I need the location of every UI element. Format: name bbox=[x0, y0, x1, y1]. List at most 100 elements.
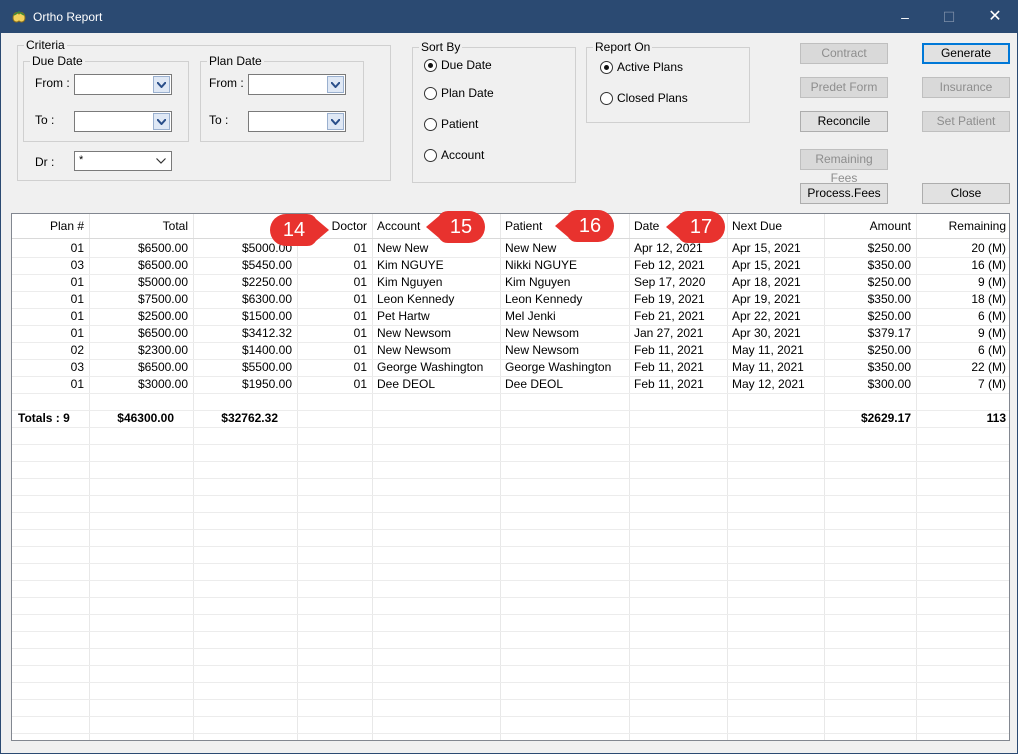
table-cell: $1400.00 bbox=[241, 343, 292, 357]
row-divider bbox=[12, 478, 1009, 479]
close-window-button[interactable]: ✕ bbox=[973, 1, 1017, 33]
callout-marker-16: 16 bbox=[553, 209, 615, 243]
due-from-label: From : bbox=[35, 76, 70, 90]
radio-button-icon[interactable] bbox=[600, 61, 613, 74]
table-cell: Apr 18, 2021 bbox=[732, 275, 801, 289]
table-cell: 01 bbox=[353, 360, 367, 374]
table-cell: Kim NGUYE bbox=[377, 258, 444, 272]
doctor-select[interactable]: * bbox=[74, 151, 172, 171]
totals-total: $46300.00 bbox=[117, 411, 174, 425]
table-cell: Kim Nguyen bbox=[505, 275, 571, 289]
row-divider bbox=[12, 699, 1009, 700]
table-cell: 01 bbox=[353, 309, 367, 323]
table-cell: $6500.00 bbox=[137, 326, 188, 340]
report-on-legend: Report On bbox=[595, 40, 651, 54]
row-divider bbox=[12, 682, 1009, 683]
due-to-label: To : bbox=[35, 113, 55, 127]
due-to-date-picker[interactable] bbox=[74, 111, 172, 132]
totals-remaining: 113 bbox=[986, 411, 1006, 425]
row-divider bbox=[12, 529, 1009, 530]
table-cell: $6500.00 bbox=[137, 360, 188, 374]
table-cell: 01 bbox=[70, 275, 84, 289]
maximize-button[interactable]: ☐ bbox=[927, 1, 971, 33]
chevron-down-icon[interactable] bbox=[153, 113, 170, 130]
doctor-select-value: * bbox=[79, 154, 84, 166]
table-cell: 01 bbox=[353, 275, 367, 289]
sort-by-legend: Sort By bbox=[421, 40, 461, 54]
table-cell: Jan 27, 2021 bbox=[634, 326, 704, 340]
table-cell: $6500.00 bbox=[137, 258, 188, 272]
insurance-button[interactable]: Insurance bbox=[922, 77, 1010, 98]
remaining-fees-button[interactable]: Remaining Fees bbox=[800, 149, 888, 185]
table-cell: Leon Kennedy bbox=[377, 292, 455, 306]
table-cell: Feb 21, 2021 bbox=[634, 309, 705, 323]
table-cell: Feb 12, 2021 bbox=[634, 258, 705, 272]
radio-button-icon[interactable] bbox=[600, 92, 613, 105]
generate-button[interactable]: Generate bbox=[922, 43, 1010, 64]
table-cell: $2250.00 bbox=[241, 275, 292, 289]
table-cell: George Washington bbox=[505, 360, 612, 374]
table-cell: 03 bbox=[70, 360, 84, 374]
radio-button-icon[interactable] bbox=[424, 87, 437, 100]
row-divider bbox=[12, 427, 1009, 428]
radio-button-icon[interactable] bbox=[424, 59, 437, 72]
table-cell: Mel Jenki bbox=[505, 309, 556, 323]
table-cell: $1500.00 bbox=[241, 309, 292, 323]
chevron-down-icon[interactable] bbox=[153, 153, 170, 170]
totals-label: Totals : 9 bbox=[18, 411, 70, 425]
plan-from-date-picker[interactable] bbox=[248, 74, 346, 95]
chevron-down-icon[interactable] bbox=[327, 113, 344, 130]
table-cell: 01 bbox=[353, 292, 367, 306]
title-bar[interactable]: Ortho Report – ☐ ✕ bbox=[1, 1, 1017, 33]
column-header-plan: Plan # bbox=[49, 219, 84, 233]
table-cell: Feb 11, 2021 bbox=[634, 360, 704, 374]
chevron-down-icon[interactable] bbox=[327, 76, 344, 93]
report-grid[interactable]: Plan #TotalBalDoctorAccountPatientDateNe… bbox=[11, 213, 1010, 741]
table-cell: Dee DEOL bbox=[377, 377, 436, 391]
table-cell: $250.00 bbox=[867, 275, 911, 289]
table-cell: $6300.00 bbox=[241, 292, 292, 306]
plan-to-date-picker[interactable] bbox=[248, 111, 346, 132]
table-cell: 16 (M) bbox=[971, 258, 1006, 272]
contract-button[interactable]: Contract bbox=[800, 43, 888, 64]
table-cell: Dee DEOL bbox=[505, 377, 564, 391]
table-cell: Sep 17, 2020 bbox=[634, 275, 706, 289]
radio-button-icon[interactable] bbox=[424, 118, 437, 131]
table-cell: New Newsom bbox=[505, 326, 580, 340]
row-divider bbox=[12, 648, 1009, 649]
radio-label: Account bbox=[441, 148, 485, 162]
radio-button-icon[interactable] bbox=[424, 149, 437, 162]
table-cell: Apr 15, 2021 bbox=[732, 258, 801, 272]
due-from-date-picker[interactable] bbox=[74, 74, 172, 95]
process-fees-button[interactable]: Process.Fees bbox=[800, 183, 888, 204]
reconcile-button[interactable]: Reconcile bbox=[800, 111, 888, 132]
table-cell: Kim Nguyen bbox=[377, 275, 443, 289]
table-cell: $350.00 bbox=[867, 360, 911, 374]
doctor-label: Dr : bbox=[35, 155, 55, 169]
table-cell: Apr 19, 2021 bbox=[732, 292, 801, 306]
predet-form-button[interactable]: Predet Form bbox=[800, 77, 888, 98]
plan-to-label: To : bbox=[209, 113, 229, 127]
table-cell: 01 bbox=[70, 377, 84, 391]
table-cell: New Newsom bbox=[377, 326, 452, 340]
close-button[interactable]: Close bbox=[922, 183, 1010, 204]
table-cell: $6500.00 bbox=[137, 241, 188, 255]
radio-label: Due Date bbox=[441, 58, 492, 72]
set-patient-button[interactable]: Set Patient bbox=[922, 111, 1010, 132]
radio-label: Active Plans bbox=[617, 60, 684, 74]
callout-marker-17: 17 bbox=[664, 210, 726, 244]
header-divider bbox=[12, 238, 1009, 239]
row-divider bbox=[12, 444, 1009, 445]
table-cell: New Newsom bbox=[505, 343, 580, 357]
minimize-button[interactable]: – bbox=[883, 1, 927, 33]
table-cell: 01 bbox=[70, 241, 84, 255]
table-cell: George Washington bbox=[377, 360, 484, 374]
row-divider bbox=[12, 546, 1009, 547]
chevron-down-icon[interactable] bbox=[153, 76, 170, 93]
row-divider bbox=[12, 597, 1009, 598]
row-divider bbox=[12, 461, 1009, 462]
table-cell: $250.00 bbox=[867, 343, 911, 357]
radio-label: Closed Plans bbox=[617, 91, 688, 105]
table-cell: 22 (M) bbox=[971, 360, 1006, 374]
row-divider bbox=[12, 733, 1009, 734]
